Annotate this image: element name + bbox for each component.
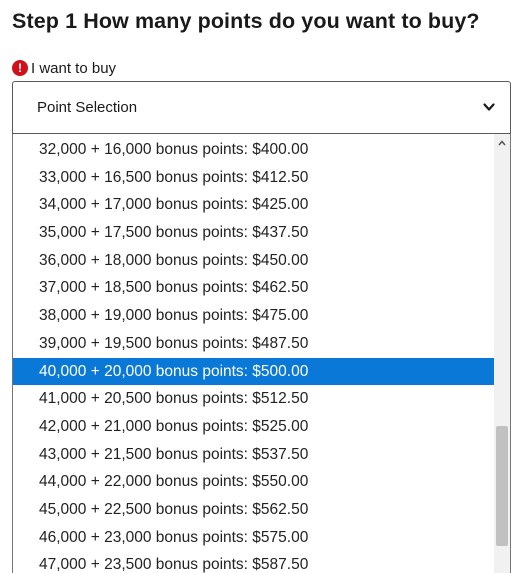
scroll-thumb[interactable] xyxy=(496,426,508,546)
select-placeholder: Point Selection xyxy=(37,99,138,116)
scrollbar[interactable] xyxy=(494,134,510,573)
dropdown-option[interactable]: 40,000 + 20,000 bonus points: $500.00 xyxy=(13,357,494,386)
dropdown-option[interactable]: 37,000 + 18,500 bonus points: $462.50 xyxy=(13,274,494,302)
scroll-up-arrow-icon[interactable] xyxy=(498,139,506,147)
dropdown-option[interactable]: 43,000 + 21,500 bonus points: $537.50 xyxy=(13,441,494,469)
dropdown-option[interactable]: 44,000 + 22,000 bonus points: $550.00 xyxy=(13,468,494,496)
dropdown-option[interactable]: 45,000 + 22,500 bonus points: $562.50 xyxy=(13,496,494,524)
dropdown-option[interactable]: 36,000 + 18,000 bonus points: $450.00 xyxy=(13,247,494,275)
step-title: Step 1 How many points do you want to bu… xyxy=(12,9,480,33)
dropdown-option[interactable]: 39,000 + 19,500 bonus points: $487.50 xyxy=(13,330,494,358)
chevron-down-icon xyxy=(483,103,495,111)
field-label-row: ! I want to buy xyxy=(12,58,116,78)
dropdown-option[interactable]: 34,000 + 17,000 bonus points: $425.00 xyxy=(13,191,494,219)
dropdown-option[interactable]: 32,000 + 16,000 bonus points: $400.00 xyxy=(13,136,494,164)
dropdown-options-list[interactable]: 32,000 + 16,000 bonus points: $400.00 33,… xyxy=(12,134,511,573)
dropdown-option[interactable]: 47,000 + 23,500 bonus points: $587.50 xyxy=(13,551,494,573)
point-selection-dropdown[interactable]: Point Selection xyxy=(12,81,511,134)
options-container: 32,000 + 16,000 bonus points: $400.00 33,… xyxy=(13,136,494,573)
dropdown-option[interactable]: 33,000 + 16,500 bonus points: $412.50 xyxy=(13,164,494,192)
dropdown-option[interactable]: 38,000 + 19,000 bonus points: $475.00 xyxy=(13,302,494,330)
field-label: I want to buy xyxy=(31,59,117,77)
points-purchase-page: Step 1 How many points do you want to bu… xyxy=(0,0,511,573)
dropdown-option[interactable]: 46,000 + 23,000 bonus points: $575.00 xyxy=(13,524,494,552)
dropdown-option[interactable]: 41,000 + 20,500 bonus points: $512.50 xyxy=(13,385,494,413)
dropdown-option[interactable]: 42,000 + 21,000 bonus points: $525.00 xyxy=(13,413,494,441)
dropdown-option[interactable]: 35,000 + 17,500 bonus points: $437.50 xyxy=(13,219,494,247)
error-icon: ! xyxy=(12,60,28,76)
